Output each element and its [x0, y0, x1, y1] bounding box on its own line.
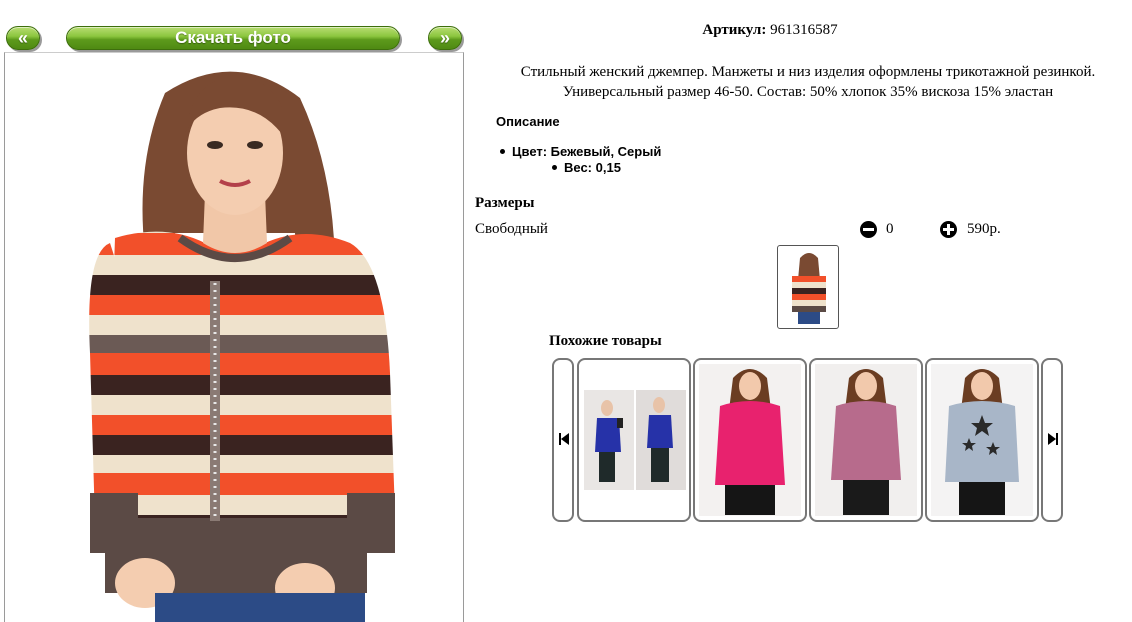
decrease-quantity-button[interactable]	[860, 221, 877, 238]
bullet-icon	[500, 149, 505, 155]
carousel-next-button[interactable]	[1041, 358, 1063, 522]
product-thumbnail[interactable]	[777, 245, 839, 329]
similar-product-image-2	[699, 364, 801, 516]
skip-previous-icon	[559, 433, 569, 445]
description-line-2: Универсальный размер 46-50. Состав: 50% …	[562, 84, 1054, 100]
similar-product-card-1[interactable]	[577, 358, 691, 522]
article-value: 961316587	[770, 22, 838, 38]
similar-product-image-3	[815, 364, 917, 516]
similar-product-card-2[interactable]	[693, 358, 807, 522]
description-section-title: Описание	[496, 114, 560, 129]
article-line: Артикул: 961316587	[600, 22, 940, 39]
similar-products-title: Похожие товары	[549, 333, 662, 349]
article-label: Артикул:	[702, 22, 767, 38]
download-photo-button[interactable]: Скачать фото	[66, 26, 400, 50]
spec-weight-text: Вес: 0,15	[564, 160, 621, 175]
skip-next-icon	[1048, 433, 1058, 445]
next-photo-button[interactable]: »	[428, 26, 462, 50]
thumbnail-image	[792, 253, 826, 324]
similar-product-card-4[interactable]	[925, 358, 1039, 522]
spec-weight: Вес: 0,15	[552, 160, 621, 175]
similar-product-image-4	[931, 364, 1033, 516]
bullet-icon	[552, 165, 557, 171]
quantity-value: 0	[886, 221, 894, 237]
increase-quantity-button[interactable]	[940, 221, 957, 238]
description-line-1: Стильный женский джемпер. Манжеты и низ …	[520, 64, 1096, 80]
sizes-title: Размеры	[475, 195, 535, 211]
main-product-photo	[4, 52, 464, 622]
product-description: Стильный женский джемпер. Манжеты и низ …	[478, 62, 1132, 102]
similar-product-image-1	[584, 390, 686, 490]
spec-color: Цвет: Бежевый, Серый	[500, 144, 661, 159]
carousel-prev-button[interactable]	[552, 358, 574, 522]
spec-color-text: Цвет: Бежевый, Серый	[512, 144, 662, 159]
similar-product-card-3[interactable]	[809, 358, 923, 522]
plus-icon-vertical	[947, 224, 950, 235]
minus-icon	[863, 228, 874, 231]
size-name: Свободный	[475, 221, 548, 237]
size-price: 590р.	[967, 221, 1001, 237]
previous-photo-button[interactable]: «	[6, 26, 40, 50]
